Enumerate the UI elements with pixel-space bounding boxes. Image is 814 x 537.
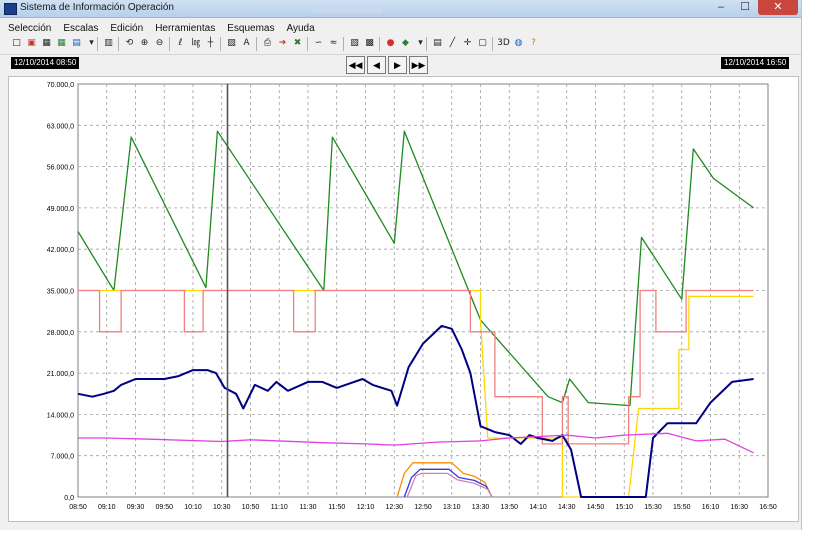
previous-button[interactable]: ◀: [367, 56, 386, 74]
last-page-button[interactable]: ▶▶: [409, 56, 428, 74]
zoom-out-icon[interactable]: ⊖: [153, 37, 166, 50]
x-tick-label: 15:30: [644, 504, 662, 511]
print-icon[interactable]: ⎙: [261, 37, 274, 50]
toolbar: □ ▣ ▦ ▦ ▤ ▾ ▥ ⟲ ⊕ ⊖ ℓ ㏒ ┼ ▨ A ⎙ ➔ ✖ ∽ ≈ ▧ ▩ ● ◆ ▾ ▤ ╱ ✛ ▢ 3D ◍?: [0, 34, 801, 55]
x-tick-label: 15:50: [673, 504, 691, 511]
filter-icon[interactable]: ▧: [348, 37, 361, 50]
trend-chart[interactable]: 0,0 7.000,0 14.000,0 21.000,0 28.000,0 35.000…: [9, 77, 798, 521]
x-tick-label: 13:50: [500, 504, 518, 511]
curve-icon[interactable]: ∽: [312, 37, 325, 50]
x-tick-label: 10:10: [184, 504, 202, 511]
toolbar-separator: [379, 37, 380, 51]
start-time-label: 12/10/2014 08:50: [11, 57, 80, 69]
filter-off-icon[interactable]: ▩: [363, 37, 376, 50]
x-tick-label: 09:50: [155, 504, 173, 511]
x-tick-label: 14:30: [558, 504, 576, 511]
globe-icon[interactable]: ◍: [512, 37, 525, 50]
x-tick-label: 16:50: [759, 504, 777, 511]
grid-icon[interactable]: ▦: [40, 37, 53, 50]
window-icon[interactable]: ▢: [476, 37, 489, 50]
x-tick-label: 12:30: [385, 504, 403, 511]
cursor-cross-icon[interactable]: ✛: [461, 37, 474, 50]
x-tick-label: 13:10: [443, 504, 461, 511]
x-tick-label: 13:30: [472, 504, 490, 511]
new-icon[interactable]: □: [10, 37, 23, 50]
linear-scale-icon[interactable]: ℓ: [174, 37, 187, 50]
y-tick-label: 42.000,0: [47, 247, 74, 254]
app-icon: [4, 3, 17, 15]
excel-icon[interactable]: ✖: [291, 37, 304, 50]
3d-icon[interactable]: 3D: [497, 37, 510, 50]
x-tick-label: 11:30: [300, 504, 317, 511]
menu-bar: Selección Escalas Edición Herramientas Esque…: [0, 18, 801, 34]
maximize-button[interactable]: ☐: [734, 0, 756, 15]
toolbar-separator: [343, 37, 344, 51]
toolbar-separator: [256, 37, 257, 51]
x-tick-label: 10:50: [242, 504, 260, 511]
y-tick-label: 56.000,0: [47, 165, 74, 172]
time-navigation: 12/10/2014 08:50 ◀◀ ◀ ▶ ▶▶ 12/10/2014 16…: [0, 55, 801, 75]
grid-color-icon[interactable]: ▦: [55, 37, 68, 50]
log-scale-icon[interactable]: ㏒: [189, 37, 202, 50]
minimize-button[interactable]: –: [710, 0, 732, 15]
series-color-icon[interactable]: ◆: [399, 37, 412, 50]
bar-icon[interactable]: ▥: [102, 37, 115, 50]
first-page-button[interactable]: ◀◀: [346, 56, 365, 74]
title-bar-highlight: [312, 4, 382, 13]
window-title: Sistema de Información Operación: [20, 2, 174, 13]
end-time-label: 12/10/2014 16:50: [721, 57, 790, 69]
help-icon[interactable]: ?: [527, 37, 540, 50]
y-tick-label: 7.000,0: [51, 454, 74, 461]
zoom-in-icon[interactable]: ⊕: [138, 37, 151, 50]
wave-icon[interactable]: ≈: [327, 37, 340, 50]
x-tick-label: 16:10: [702, 504, 720, 511]
y-tick-label: 63.000,0: [47, 123, 74, 130]
y-tick-label: 0,0: [64, 495, 74, 502]
table-icon[interactable]: ▤: [431, 37, 444, 50]
toolbar-separator: [118, 37, 119, 51]
title-bar: Sistema de Información Operación – ☐ ✕: [0, 0, 801, 18]
y-tick-label: 21.000,0: [47, 371, 74, 378]
toolbar-separator: [97, 37, 98, 51]
next-button[interactable]: ▶: [388, 56, 407, 74]
toolbar-separator: [307, 37, 308, 51]
toolbar-separator: [492, 37, 493, 51]
x-tick-label: 14:50: [587, 504, 605, 511]
export-icon[interactable]: ➔: [276, 37, 289, 50]
x-tick-label: 10:30: [213, 504, 231, 511]
grid-blue-icon[interactable]: ▤: [70, 37, 83, 50]
x-tick-label: 14:10: [529, 504, 547, 511]
crosshair-icon[interactable]: ┼: [204, 37, 217, 50]
trend-chart-panel[interactable]: 0,0 7.000,0 14.000,0 21.000,0 28.000,0 35.000…: [8, 76, 799, 522]
zoom-reset-icon[interactable]: ⟲: [123, 37, 136, 50]
x-tick-label: 09:10: [98, 504, 116, 511]
x-tick-label: 11:50: [328, 504, 345, 511]
y-tick-label: 35.000,0: [47, 289, 74, 296]
toolbar-separator: [169, 37, 170, 51]
save-icon[interactable]: ▨: [225, 37, 238, 50]
x-tick-label: 16:30: [730, 504, 748, 511]
app-window: Sistema de Información Operación – ☐ ✕ S…: [0, 0, 802, 530]
y-tick-label: 14.000,0: [47, 412, 74, 419]
chart-icon[interactable]: ▣: [25, 37, 38, 50]
y-tick-label: 49.000,0: [47, 206, 74, 213]
x-tick-label: 08:50: [69, 504, 87, 511]
x-tick-label: 15:10: [615, 504, 633, 511]
toolbar-separator: [220, 37, 221, 51]
toolbar-separator: [426, 37, 427, 51]
x-tick-label: 09:30: [127, 504, 145, 511]
y-tick-label: 70.000,0: [47, 82, 74, 89]
y-tick-label: 28.000,0: [47, 330, 74, 337]
x-tick-label: 12:50: [414, 504, 432, 511]
text-icon[interactable]: A: [240, 37, 253, 50]
line-tool-icon[interactable]: ╱: [446, 37, 459, 50]
record-icon[interactable]: ●: [384, 37, 397, 50]
x-tick-label: 11:10: [271, 504, 288, 511]
x-tick-label: 12:10: [357, 504, 375, 511]
close-button[interactable]: ✕: [758, 0, 798, 15]
